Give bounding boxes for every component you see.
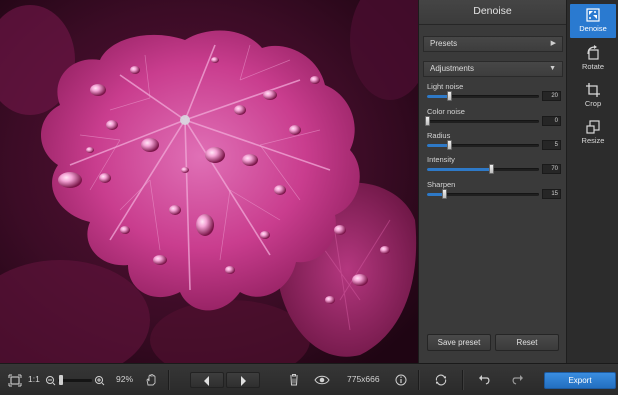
chevron-right-icon: ▶	[550, 40, 556, 47]
presets-section-header[interactable]: Presets ▶	[423, 36, 563, 52]
slider-fill	[427, 144, 450, 147]
denoise-icon	[586, 8, 600, 22]
slider-track[interactable]	[427, 189, 539, 199]
slider-track[interactable]	[427, 91, 539, 101]
adjustments-label: Adjustments	[430, 64, 475, 73]
slider-row-color-noise: Color noise 0	[425, 107, 561, 133]
rotate-icon	[587, 45, 599, 60]
chevron-left-icon	[204, 376, 209, 386]
zoom-out-icon[interactable]	[45, 372, 56, 388]
settings-panel: Denoise Presets ▶ Adjustments ▼ Light no…	[418, 0, 566, 363]
trash-icon[interactable]	[288, 372, 300, 388]
fit-to-screen-icon[interactable]	[8, 372, 22, 388]
slider-handle[interactable]	[441, 189, 447, 199]
slider-value-field[interactable]: 5	[542, 140, 561, 150]
hand-tool-icon[interactable]	[145, 372, 157, 388]
slider-label: Light noise	[427, 82, 464, 91]
tool-rotate[interactable]: Rotate	[570, 42, 616, 76]
slider-track[interactable]	[427, 164, 539, 174]
eye-icon[interactable]	[314, 372, 330, 388]
slider-row-light-noise: Light noise 20	[427, 82, 561, 108]
presets-label: Presets	[430, 39, 458, 48]
tool-label-rotate: Rotate	[581, 62, 605, 71]
tool-label-crop: Crop	[584, 99, 602, 108]
slider-value-field[interactable]: 15	[542, 189, 561, 199]
slider-handle[interactable]	[447, 91, 453, 101]
tool-crop[interactable]: Crop	[570, 79, 616, 113]
tool-label-denoise: Denoise	[579, 24, 607, 33]
slider-row-intensity: Intensity 70	[427, 155, 561, 181]
toolbar-divider	[418, 370, 419, 390]
reset-button[interactable]: Reset	[495, 334, 559, 351]
info-icon[interactable]	[394, 372, 408, 388]
chevron-down-icon: ▼	[549, 65, 556, 72]
zoom-in-icon[interactable]	[94, 372, 105, 388]
slider-row-radius: Radius 5	[427, 131, 561, 157]
slider-label: Sharpen	[427, 180, 456, 189]
slider-value-field[interactable]: 20	[542, 91, 561, 101]
slider-track[interactable]	[425, 116, 539, 126]
actual-size-button[interactable]: 1:1	[28, 374, 40, 384]
tool-column: Denoise Rotate Crop Resize	[566, 0, 618, 363]
slider-fill	[427, 95, 450, 98]
slider-handle[interactable]	[425, 116, 430, 126]
slider-fill	[427, 168, 491, 171]
tool-denoise[interactable]: Denoise	[570, 4, 616, 38]
export-button[interactable]: Export	[544, 372, 616, 389]
slider-row-sharpen: Sharpen 15	[427, 180, 561, 206]
zoom-slider[interactable]	[58, 375, 92, 385]
previous-image-button[interactable]	[190, 372, 224, 388]
toolbar-divider	[168, 370, 169, 390]
resize-icon	[586, 120, 600, 134]
slider-label: Intensity	[427, 155, 455, 164]
slider-value-field[interactable]: 0	[542, 116, 561, 126]
slider-label: Radius	[427, 131, 451, 140]
slider-handle[interactable]	[488, 164, 494, 174]
save-preset-button[interactable]: Save preset	[427, 334, 491, 351]
image-canvas[interactable]	[0, 0, 418, 363]
tool-resize[interactable]: Resize	[570, 116, 616, 150]
crop-icon	[586, 83, 600, 97]
panel-title: Denoise	[419, 0, 566, 25]
redo-icon[interactable]	[511, 372, 525, 388]
toolbar-divider	[462, 370, 463, 390]
bottom-toolbar: 1:1 92% 775x666 Export	[0, 363, 618, 395]
zoom-slider-handle[interactable]	[59, 375, 64, 385]
refresh-icon[interactable]	[434, 372, 448, 388]
adjustments-section-header[interactable]: Adjustments ▼	[423, 61, 563, 77]
chevron-right-icon	[241, 376, 246, 386]
slider-value-field[interactable]: 70	[542, 164, 561, 174]
undo-icon[interactable]	[477, 372, 491, 388]
zoom-percent: 92%	[116, 374, 134, 384]
slider-label: Color noise	[427, 107, 465, 116]
slider-handle[interactable]	[447, 140, 453, 150]
leaf-photo	[0, 0, 418, 363]
image-dimensions: 775x666	[347, 374, 380, 384]
slider-track[interactable]	[427, 140, 539, 150]
next-image-button[interactable]	[226, 372, 260, 388]
tool-label-resize: Resize	[581, 136, 605, 145]
